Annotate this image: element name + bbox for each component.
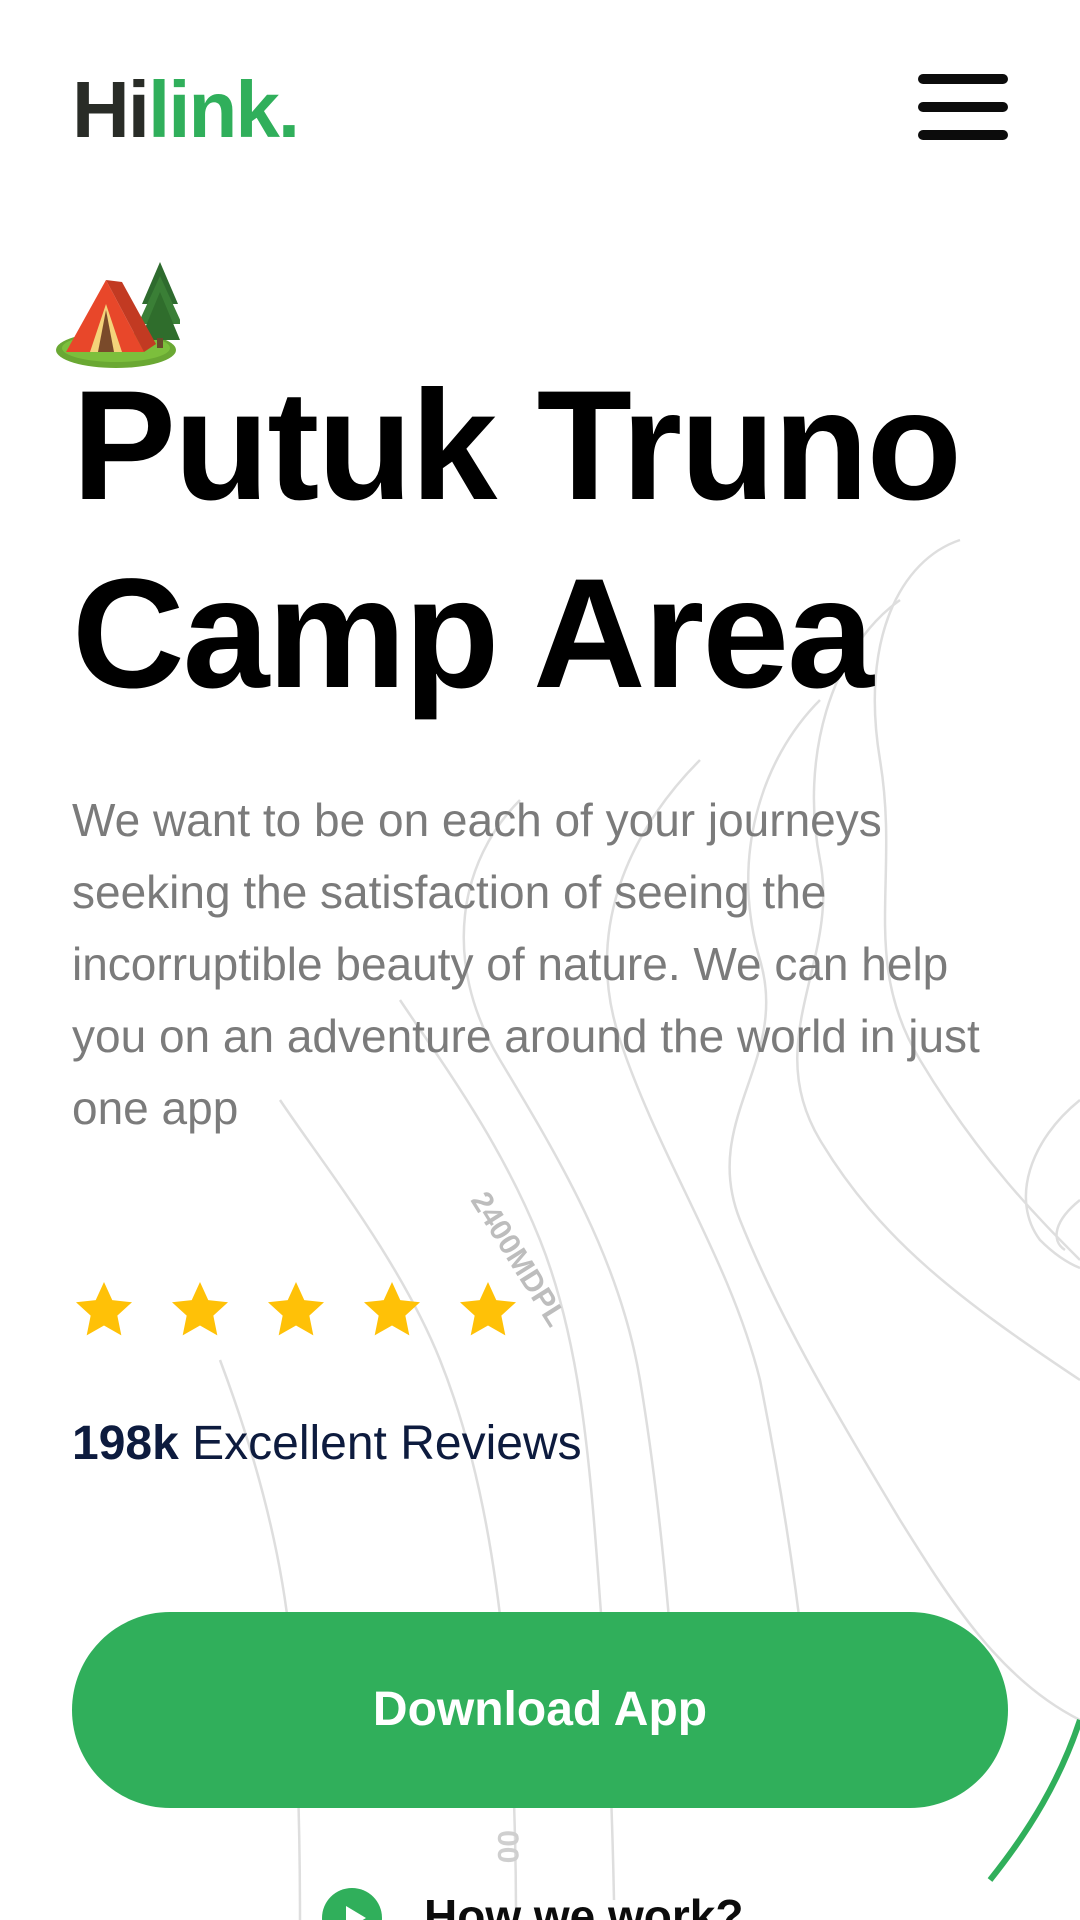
star-icon (172, 1282, 228, 1336)
star-icon (268, 1282, 324, 1336)
header: Hilink. (72, 70, 1008, 150)
reviews-count: 198k (72, 1417, 179, 1470)
page-title: Putuk Truno Camp Area (72, 352, 1062, 728)
menu-line (918, 74, 1008, 84)
logo[interactable]: Hilink. (72, 70, 300, 150)
reviews-label: Excellent Reviews (192, 1417, 582, 1470)
star-icon (76, 1282, 132, 1336)
star-rating (72, 1278, 552, 1342)
logo-suffix: link. (148, 65, 300, 154)
hamburger-menu-icon[interactable] (918, 74, 1008, 142)
logo-prefix: Hi (72, 65, 150, 154)
menu-line (918, 130, 1008, 140)
title-line-2: Camp Area (72, 547, 874, 721)
play-icon (322, 1888, 382, 1920)
star-icon (460, 1282, 516, 1336)
hero-description: We want to be on each of your journeys s… (72, 794, 980, 1134)
page: 2400MDPL 00 Hilink. Putuk Truno Camp Are… (0, 0, 1080, 1920)
star-icon (364, 1282, 420, 1336)
how-we-work-label: How we work? (424, 1890, 744, 1920)
download-app-button[interactable]: Download App (72, 1612, 1008, 1808)
map-elevation-label-secondary: 00 (491, 1830, 524, 1863)
reviews-summary: 198k Excellent Reviews (72, 1414, 582, 1474)
menu-line (918, 102, 1008, 112)
title-line-1: Putuk Truno (72, 359, 962, 533)
green-accent-curve (987, 1719, 1080, 1882)
